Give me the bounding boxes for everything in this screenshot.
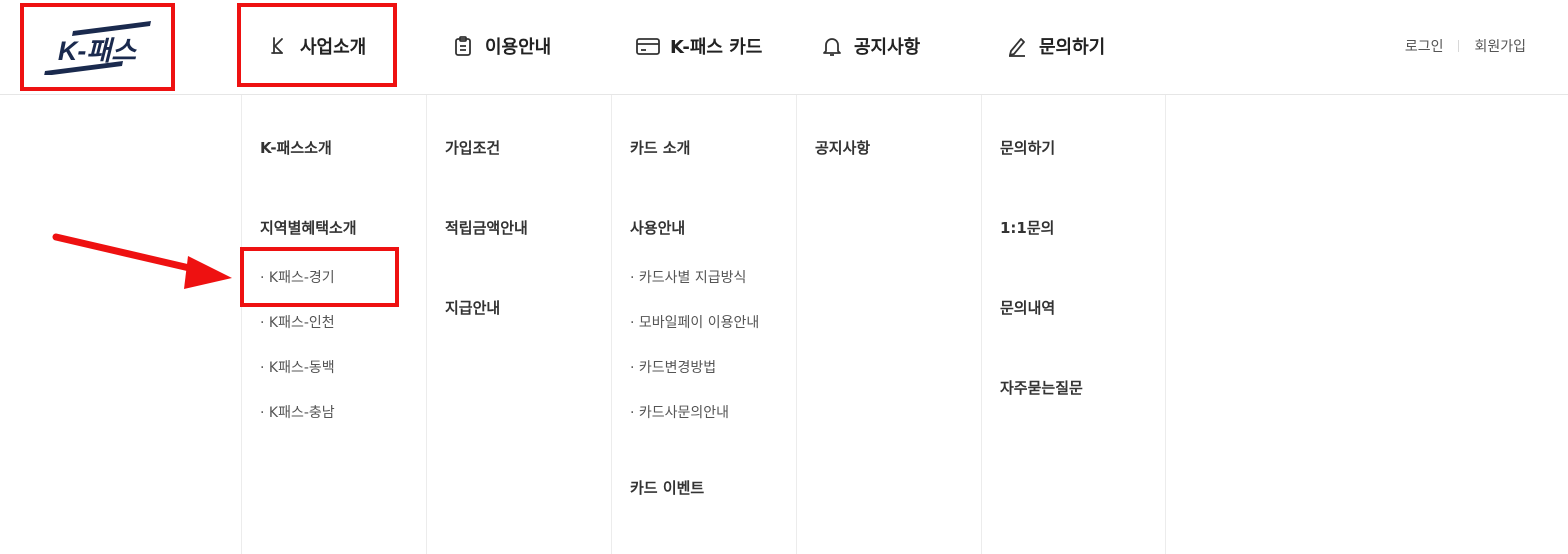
menu-regional-benefits[interactable]: 지역별혜택소개	[260, 217, 357, 238]
nav-usage-guide[interactable]: 이용안내	[451, 30, 551, 62]
menu-column-usage: 가입조건 적립금액안내 지급안내	[426, 95, 611, 554]
menu-card-usage[interactable]: 사용안내	[630, 217, 685, 238]
site-header: K-패스 사업소개 이용안내 K-패스 카드 공지사항 문의하기 로그인 회원가…	[0, 0, 1568, 95]
menu-kpass-intro[interactable]: K-패스소개	[260, 137, 332, 158]
nav-label: 공지사항	[854, 37, 921, 58]
logo-link[interactable]: K-패스	[20, 3, 175, 91]
logo-text: K-패스	[57, 36, 136, 66]
nav-business-intro[interactable]: 사업소개	[266, 30, 366, 62]
clipboard-icon	[451, 34, 475, 58]
menu-payment-guide[interactable]: 지급안내	[445, 297, 500, 318]
nav-inquiry[interactable]: 문의하기	[1005, 30, 1105, 62]
menu-one-to-one[interactable]: 1:1문의	[1000, 217, 1054, 238]
menu-sub-card-inquiry[interactable]: · 카드사문의안내	[630, 402, 729, 422]
menu-inquiry[interactable]: 문의하기	[1000, 137, 1055, 158]
card-icon	[636, 34, 660, 58]
k-pass-logo: K-패스	[43, 21, 151, 75]
nav-label: 사업소개	[300, 37, 367, 58]
menu-sub-kpass-incheon[interactable]: · K패스-인천	[260, 312, 335, 332]
nav-notice[interactable]: 공지사항	[820, 30, 920, 62]
menu-column-notice: 공지사항	[796, 95, 981, 554]
bell-icon	[820, 34, 844, 58]
annotation-arrow-icon	[52, 233, 232, 289]
menu-sub-mobile-pay[interactable]: · 모바일페이 이용안내	[630, 312, 759, 332]
menu-join-conditions[interactable]: 가입조건	[445, 137, 500, 158]
util-divider	[1458, 40, 1460, 52]
menu-sub-kpass-chungnam[interactable]: · K패스-충남	[260, 402, 335, 422]
menu-column-inquiry: 문의하기 1:1문의 문의내역 자주묻는질문	[981, 95, 1166, 554]
menu-card-intro[interactable]: 카드 소개	[630, 137, 690, 158]
submenu-highlight-box	[240, 247, 399, 307]
pencil-icon	[1005, 34, 1029, 58]
menu-sub-kpass-dongbaek[interactable]: · K패스-동백	[260, 357, 335, 377]
menu-inquiry-history[interactable]: 문의내역	[1000, 297, 1055, 318]
signup-link[interactable]: 회원가입	[1474, 36, 1526, 56]
menu-sub-card-change[interactable]: · 카드변경방법	[630, 357, 716, 377]
nav-label: 문의하기	[1039, 37, 1106, 58]
util-links: 로그인 회원가입	[1405, 36, 1526, 56]
login-link[interactable]: 로그인	[1405, 36, 1444, 56]
nav-kpass-card[interactable]: K-패스 카드	[636, 30, 762, 62]
menu-card-event[interactable]: 카드 이벤트	[630, 477, 704, 498]
menu-column-business: K-패스소개 지역별혜택소개 · K패스-경기 · K패스-인천 · K패스-동…	[241, 95, 426, 554]
menu-sub-card-payment-method[interactable]: · 카드사별 지급방식	[630, 267, 746, 287]
nav-label: 이용안내	[485, 37, 552, 58]
menu-faq[interactable]: 자주묻는질문	[1000, 377, 1083, 398]
menu-column-card: 카드 소개 사용안내 · 카드사별 지급방식 · 모바일페이 이용안내 · 카드…	[611, 95, 796, 554]
nav-label: K-패스 카드	[670, 37, 763, 58]
menu-accrual-amount[interactable]: 적립금액안내	[445, 217, 528, 238]
k-logo-mark-icon	[266, 34, 290, 58]
menu-notice[interactable]: 공지사항	[815, 137, 870, 158]
